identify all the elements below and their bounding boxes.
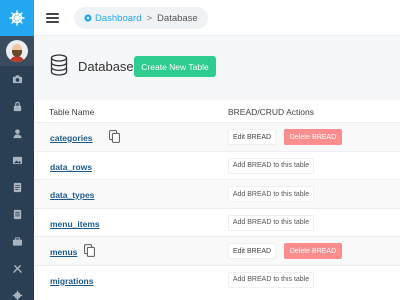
table-row: data_rows Add BREAD to this table <box>34 150 400 180</box>
edit-bread-button[interactable]: Edit BREAD <box>228 129 276 145</box>
tables-panel: Table Name BREAD/CRUD Actions categories… <box>34 100 400 300</box>
sidebar-item-settings[interactable] <box>0 282 34 300</box>
table-name-link[interactable]: data_rows <box>50 162 92 172</box>
avatar[interactable] <box>6 40 28 62</box>
user-avatar-area[interactable] <box>0 36 34 66</box>
document-icon <box>13 182 21 193</box>
image-icon <box>12 156 22 165</box>
column-header-actions: BREAD/CRUD Actions <box>228 107 314 117</box>
sidebar-item-roles[interactable] <box>0 93 34 120</box>
sidebar-item-users[interactable] <box>0 120 34 147</box>
breadcrumb-current: Database <box>157 12 198 24</box>
dashboard-icon <box>84 14 92 22</box>
topbar: Dashboard > Database <box>34 0 400 36</box>
ship-wheel-icon <box>9 10 25 26</box>
sidebar-item-media[interactable] <box>0 66 34 93</box>
breadcrumb-separator: > <box>146 12 153 24</box>
table-row: categories Edit BREAD Delete BREAD <box>34 122 400 151</box>
camera-icon <box>12 75 22 84</box>
edit-bread-button[interactable]: Edit BREAD <box>228 243 276 259</box>
table-name-link[interactable]: categories <box>50 133 93 143</box>
sidebar-item-posts[interactable] <box>0 147 34 174</box>
briefcase-icon <box>12 237 22 246</box>
add-bread-button[interactable]: Add BREAD to this table <box>228 186 314 202</box>
sidebar-item-categories[interactable] <box>0 201 34 228</box>
sidebar-item-tools-settings[interactable] <box>0 255 34 282</box>
page-title: Database <box>78 59 134 74</box>
copy-icon[interactable] <box>109 130 120 143</box>
list-icon <box>13 209 21 220</box>
tools-icon <box>12 265 22 273</box>
breadcrumb-home-label[interactable]: Dashboard <box>95 13 141 24</box>
table-row: menu_items Add BREAD to this table <box>34 207 400 237</box>
table-body: categories Edit BREAD Delete BREAD data_… <box>34 122 400 293</box>
sidebar-item-pages[interactable] <box>0 174 34 201</box>
table-row: menus Edit BREAD Delete BREAD <box>34 236 400 265</box>
table-name-link[interactable]: migrations <box>50 276 93 286</box>
delete-bread-button[interactable]: Delete BREAD <box>284 243 342 259</box>
sidebar <box>0 0 34 300</box>
sidebar-nav <box>0 66 34 300</box>
table-row: migrations Add BREAD to this table <box>34 264 400 294</box>
column-header-table-name: Table Name <box>49 107 95 117</box>
table-name-link[interactable]: data_types <box>50 190 94 200</box>
table-header: Table Name BREAD/CRUD Actions <box>34 100 400 122</box>
table-name-link[interactable]: menu_items <box>50 219 100 229</box>
breadcrumb-dashboard-link[interactable]: Dashboard <box>84 13 141 24</box>
delete-bread-button[interactable]: Delete BREAD <box>284 129 342 145</box>
add-bread-button[interactable]: Add BREAD to this table <box>228 214 314 231</box>
add-bread-button[interactable]: Add BREAD to this table <box>228 271 314 288</box>
sidebar-item-tools[interactable] <box>0 228 34 255</box>
user-icon <box>12 129 22 139</box>
copy-icon[interactable] <box>84 244 95 257</box>
database-icon <box>50 54 68 76</box>
page-header: Database Create New Table <box>34 36 400 94</box>
lock-icon <box>13 101 21 112</box>
table-row: data_types Add BREAD to this table <box>34 179 400 208</box>
add-bread-button[interactable]: Add BREAD to this table <box>228 157 314 174</box>
table-name-link[interactable]: menus <box>50 247 77 257</box>
gear-icon <box>12 290 22 300</box>
create-new-table-button[interactable]: Create New Table <box>134 56 216 77</box>
hamburger-menu-icon[interactable] <box>46 13 59 23</box>
logo[interactable] <box>0 0 34 36</box>
breadcrumb: Dashboard > Database <box>74 7 208 29</box>
